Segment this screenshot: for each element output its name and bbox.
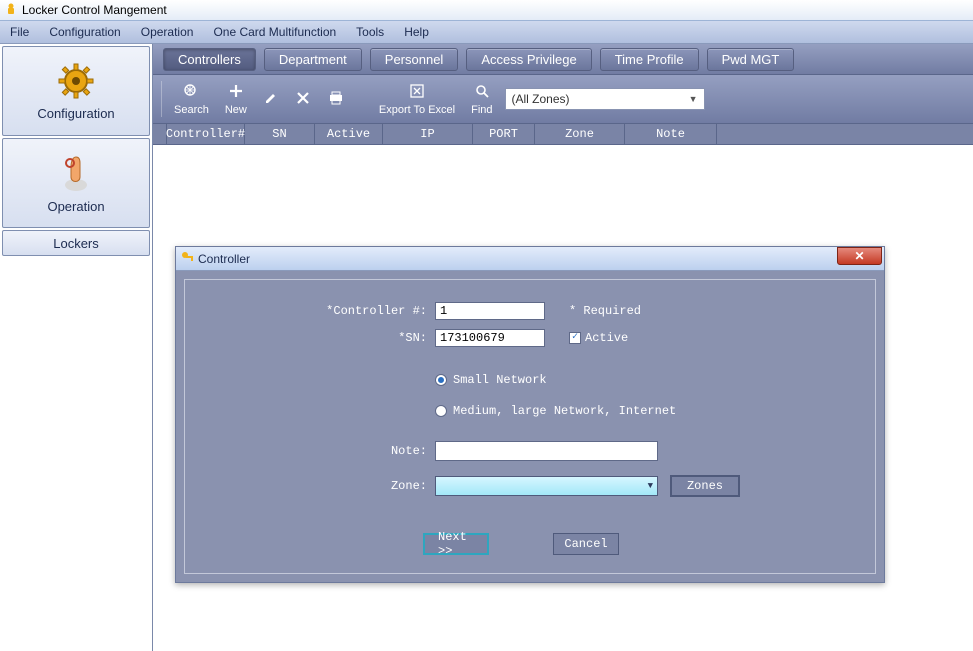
plus-icon xyxy=(228,83,244,102)
menu-configuration[interactable]: Configuration xyxy=(49,25,120,39)
sidebar-item-label: Lockers xyxy=(53,236,99,251)
sn-input[interactable] xyxy=(435,329,545,347)
radio-icon xyxy=(435,374,447,386)
column-port[interactable]: PORT xyxy=(473,124,535,144)
column-note[interactable]: Note xyxy=(625,124,717,144)
globe-search-icon xyxy=(182,83,200,102)
tabs-row: Controllers Department Personnel Access … xyxy=(153,44,973,75)
sidebar-item-label: Operation xyxy=(47,199,104,214)
tab-pwd-mgt[interactable]: Pwd MGT xyxy=(707,48,795,71)
row-selector-column[interactable] xyxy=(153,124,167,144)
radio-icon xyxy=(435,405,447,417)
label-note: Note: xyxy=(185,444,435,458)
grid-header: Controller# SN Active IP PORT Zone Note xyxy=(153,124,973,145)
toolbar-export-excel[interactable]: Export To Excel xyxy=(371,80,463,119)
gear-icon xyxy=(57,62,95,103)
column-active[interactable]: Active xyxy=(315,124,383,144)
tab-controllers[interactable]: Controllers xyxy=(163,48,256,71)
large-network-radio[interactable]: Medium, large Network, Internet xyxy=(435,404,676,418)
toolbar-zone-select[interactable]: (All Zones) ▼ xyxy=(505,88,705,110)
toolbar-print[interactable] xyxy=(319,87,353,112)
magnifier-icon xyxy=(474,83,490,102)
toolbar-edit[interactable] xyxy=(255,87,287,112)
x-icon xyxy=(295,97,311,109)
tab-personnel[interactable]: Personnel xyxy=(370,48,459,71)
menu-operation[interactable]: Operation xyxy=(141,25,194,39)
toolbar-delete[interactable] xyxy=(287,87,319,112)
dialog-titlebar: Controller ✕ xyxy=(176,247,884,271)
tab-time-profile[interactable]: Time Profile xyxy=(600,48,699,71)
cancel-button[interactable]: Cancel xyxy=(553,533,619,555)
titlebar: Locker Control Mangement xyxy=(0,0,973,21)
chevron-down-icon: ▼ xyxy=(648,481,653,491)
window-title: Locker Control Mangement xyxy=(22,3,167,17)
label-large-network: Medium, large Network, Internet xyxy=(453,404,676,418)
toolbar-new[interactable]: New xyxy=(217,80,255,119)
tab-department[interactable]: Department xyxy=(264,48,362,71)
sidebar-item-label: Configuration xyxy=(37,106,114,121)
label-sn: *SN: xyxy=(185,331,435,345)
column-zone[interactable]: Zone xyxy=(535,124,625,144)
hand-touch-icon xyxy=(59,153,93,196)
column-controller-num[interactable]: Controller# xyxy=(167,124,245,144)
label-active: Active xyxy=(585,331,628,345)
zone-select-value: (All Zones) xyxy=(512,92,570,106)
controller-dialog: Controller ✕ *Controller #: * Required *… xyxy=(175,246,885,583)
close-button[interactable]: ✕ xyxy=(837,247,882,265)
small-network-radio[interactable]: Small Network xyxy=(435,373,547,387)
menubar: File Configuration Operation One Card Mu… xyxy=(0,21,973,44)
menu-help[interactable]: Help xyxy=(404,25,429,39)
tab-access-privilege[interactable]: Access Privilege xyxy=(466,48,591,71)
printer-icon xyxy=(327,97,345,109)
label-small-network: Small Network xyxy=(453,373,547,387)
toolbar-label: Search xyxy=(174,104,209,116)
note-input[interactable] xyxy=(435,441,658,461)
label-required: * Required xyxy=(569,304,641,318)
dialog-title: Controller xyxy=(198,252,250,266)
sidebar-item-lockers[interactable]: Lockers xyxy=(2,230,150,256)
pencil-icon xyxy=(263,97,279,109)
dialog-body: *Controller #: * Required *SN: ✓ Active … xyxy=(184,279,876,574)
sidebar-item-configuration[interactable]: Configuration xyxy=(2,46,150,136)
active-checkbox[interactable]: ✓ Active xyxy=(569,331,628,345)
next-button[interactable]: Next >> xyxy=(423,533,489,555)
column-ip[interactable]: IP xyxy=(383,124,473,144)
zone-combo[interactable]: ▼ xyxy=(435,476,658,496)
toolbar-search[interactable]: Search xyxy=(166,80,217,119)
label-zone: Zone: xyxy=(185,479,435,493)
menu-tools[interactable]: Tools xyxy=(356,25,384,39)
checkbox-icon: ✓ xyxy=(569,332,581,344)
toolbar: Search New xyxy=(153,75,973,124)
menu-file[interactable]: File xyxy=(10,25,29,39)
app-icon xyxy=(4,2,18,19)
excel-icon xyxy=(408,83,426,102)
toolbar-label: New xyxy=(225,104,247,116)
menu-one-card[interactable]: One Card Multifunction xyxy=(213,25,336,39)
chevron-down-icon: ▼ xyxy=(689,94,698,104)
toolbar-label: Find xyxy=(471,104,492,116)
zones-button[interactable]: Zones xyxy=(670,475,740,497)
label-controller-num: *Controller #: xyxy=(185,304,435,318)
sidebar-item-operation[interactable]: Operation xyxy=(2,138,150,228)
toolbar-label: Export To Excel xyxy=(379,104,455,116)
toolbar-find[interactable]: Find xyxy=(463,80,500,119)
controller-num-input[interactable] xyxy=(435,302,545,320)
key-icon xyxy=(180,250,194,267)
column-sn[interactable]: SN xyxy=(245,124,315,144)
close-icon: ✕ xyxy=(854,249,864,263)
sidebar: Configuration Operation Lockers xyxy=(0,44,153,651)
